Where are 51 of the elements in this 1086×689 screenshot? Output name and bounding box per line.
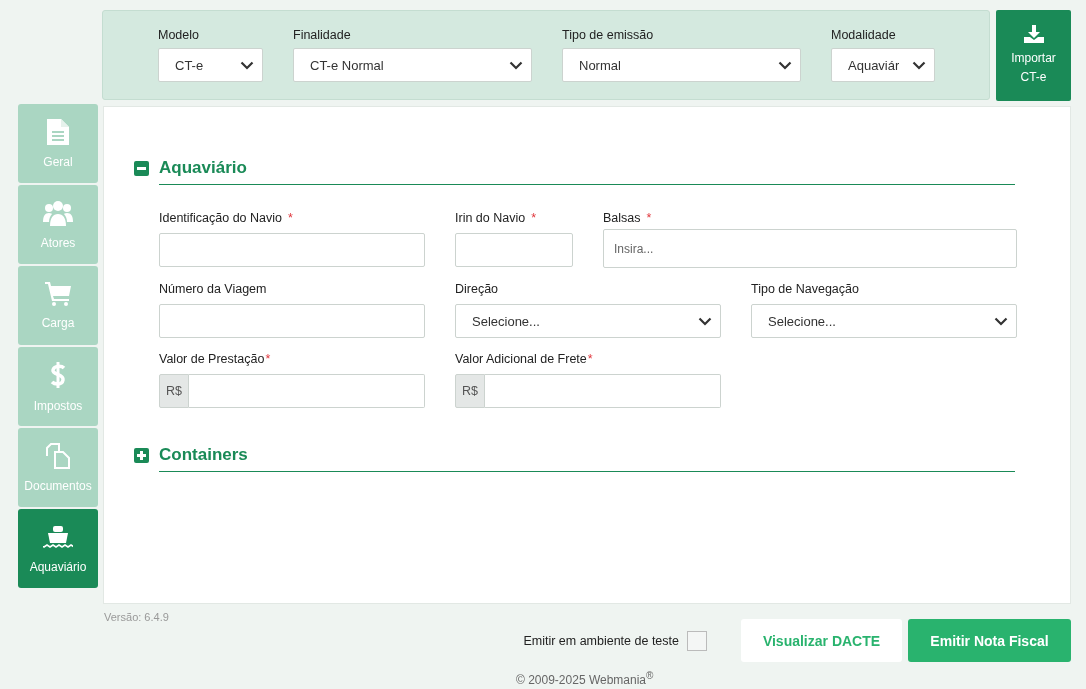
- field-label: Finalidade: [293, 28, 352, 42]
- field-label: Identificação do Navio *: [159, 211, 294, 225]
- cart-icon: [45, 281, 71, 306]
- chevron-icon: [509, 60, 523, 70]
- field-label: Direção: [455, 282, 500, 296]
- checkbox-label: Emitir em ambiente de teste: [523, 633, 679, 648]
- import-button[interactable]: Importar CT-e: [996, 10, 1071, 101]
- collapse-icon[interactable]: [134, 160, 149, 176]
- select-field[interactable]: Selecione...: [751, 304, 1017, 338]
- select-field[interactable]: Normal: [562, 48, 801, 82]
- chevron-icon: [240, 60, 254, 70]
- select-field[interactable]: CT-e: [158, 48, 263, 82]
- copy-icon: [45, 442, 71, 469]
- ship-icon: [43, 523, 73, 550]
- chevron-icon: [912, 60, 926, 70]
- text-input-field[interactable]: [455, 233, 573, 267]
- field-label: Valor de Prestação*: [159, 352, 272, 366]
- issue-button[interactable]: Emitir Nota Fiscal: [908, 619, 1071, 662]
- copyright-text: © 2009-2025 Webmania$^{®}$: [516, 670, 654, 687]
- version-text: Versão: 6.4.9: [104, 611, 169, 623]
- text-input-field[interactable]: [159, 233, 425, 267]
- select-field[interactable]: Aquaviár: [831, 48, 935, 82]
- dollar-icon: [50, 360, 66, 389]
- field-label: Número da Viagem: [159, 282, 268, 296]
- currency-input-field[interactable]: [189, 374, 425, 408]
- chevron-icon: [994, 316, 1008, 326]
- field-label: Modelo: [158, 28, 200, 42]
- field-label: Tipo de emissão: [562, 28, 655, 42]
- field-label: Balsas *: [603, 211, 653, 225]
- field-label: Tipo de Navegação: [751, 282, 860, 296]
- currency-prefix: R$: [455, 374, 485, 408]
- section-title: Containers: [159, 444, 1015, 472]
- field-label: Modalidade: [831, 28, 897, 42]
- currency-prefix: R$: [159, 374, 189, 408]
- users-icon: [43, 199, 73, 226]
- test-mode-checkbox[interactable]: [687, 630, 707, 651]
- text-input-field[interactable]: Insira...: [603, 229, 1017, 268]
- download-icon: [1023, 24, 1044, 43]
- preview-button[interactable]: Visualizar DACTE: [741, 619, 902, 662]
- document-icon: [47, 118, 69, 145]
- select-field[interactable]: CT-e Normal: [293, 48, 532, 82]
- text-input-field[interactable]: [159, 304, 425, 338]
- field-label: Valor Adicional de Frete*: [455, 352, 594, 366]
- expand-icon[interactable]: [134, 447, 149, 463]
- field-label: Irin do Navio *: [455, 211, 538, 225]
- sidebar-tab[interactable]: Aquaviário: [18, 509, 98, 588]
- chevron-icon: [778, 60, 792, 70]
- chevron-icon: [698, 316, 712, 326]
- section-title: Aquaviário: [159, 157, 1015, 185]
- currency-input-field[interactable]: [485, 374, 721, 408]
- select-field[interactable]: Selecione...: [455, 304, 721, 338]
